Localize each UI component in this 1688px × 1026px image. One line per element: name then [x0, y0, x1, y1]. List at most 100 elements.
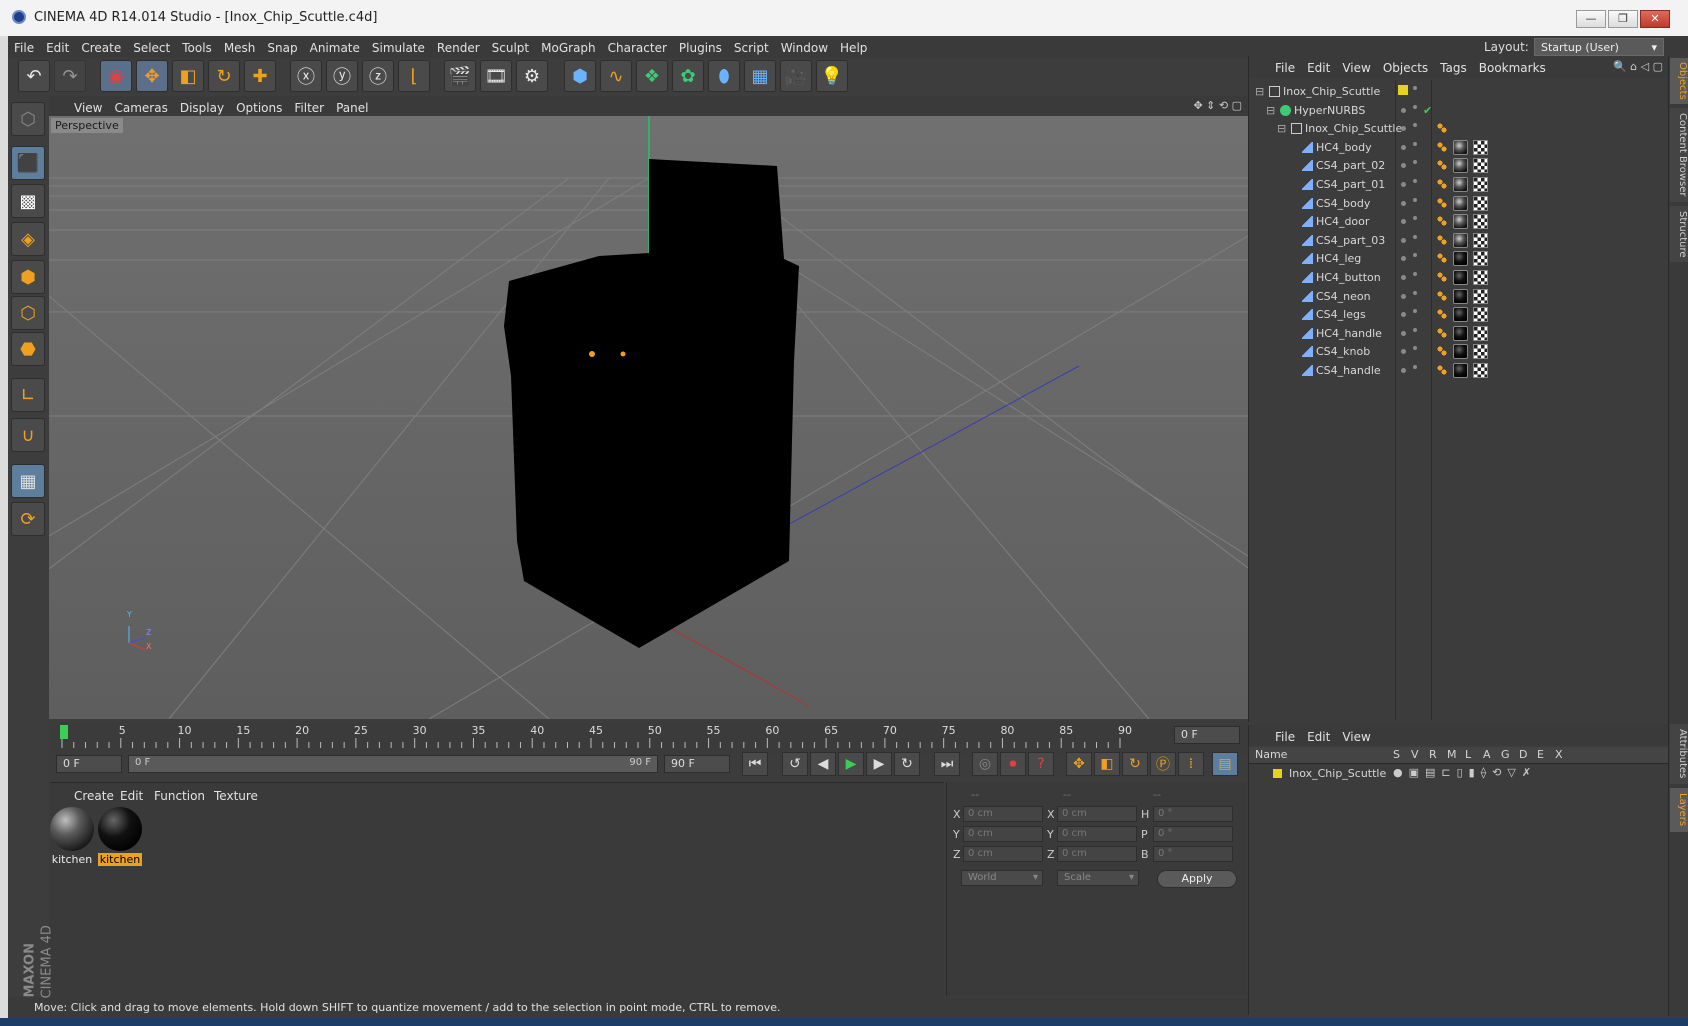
- autokey-icon[interactable]: ⏺: [1000, 752, 1026, 776]
- uvw-tag-icon[interactable]: [1473, 251, 1488, 267]
- phong-tag-icon[interactable]: [1437, 216, 1447, 227]
- undo-icon[interactable]: ↶: [18, 60, 50, 92]
- material-tag-icon[interactable]: [1453, 270, 1468, 285]
- uvw-tag-icon[interactable]: [1473, 325, 1488, 341]
- z-axis-lock-icon[interactable]: ⓩ: [362, 60, 394, 92]
- material-menu-create[interactable]: Create: [74, 789, 114, 803]
- tab-attributes[interactable]: Attributes: [1670, 724, 1688, 784]
- y-axis-lock-icon[interactable]: ⓨ: [326, 60, 358, 92]
- expand-collapse-icon[interactable]: ⊟: [1277, 122, 1286, 135]
- current-frame-field[interactable]: 0 F: [1174, 726, 1240, 744]
- menu-file[interactable]: File: [8, 36, 40, 60]
- object-row[interactable]: ⊟ HyperNURBS ✔: [1249, 101, 1669, 121]
- material-tag-icon[interactable]: [1453, 325, 1468, 341]
- obj-menu-view[interactable]: View: [1336, 56, 1376, 80]
- render-settings-icon[interactable]: ⚙: [516, 60, 548, 92]
- object-name[interactable]: CS4_body: [1316, 197, 1370, 210]
- tab-structure[interactable]: Structure: [1670, 206, 1688, 262]
- uvw-tag-icon[interactable]: [1473, 232, 1488, 248]
- uvw-tag-icon[interactable]: [1473, 344, 1488, 360]
- expand-collapse-icon[interactable]: ⊟: [1255, 85, 1264, 98]
- rot-b-field[interactable]: 0 °: [1153, 846, 1233, 862]
- tab-objects[interactable]: Objects: [1670, 58, 1688, 104]
- editor-visibility-dot[interactable]: [1401, 330, 1406, 336]
- uvw-tag-icon[interactable]: [1473, 270, 1488, 285]
- render-visibility-dot[interactable]: [1413, 141, 1417, 146]
- editor-visibility-dot[interactable]: [1401, 163, 1406, 169]
- material-label-kitchen-1[interactable]: kitchen: [50, 853, 94, 866]
- phong-tag-icon[interactable]: [1437, 197, 1447, 208]
- material-tag-icon[interactable]: [1453, 195, 1468, 211]
- object-row[interactable]: CS4_knob: [1249, 342, 1669, 362]
- nurbs-icon[interactable]: ❖: [636, 60, 668, 92]
- rot-p-field[interactable]: 0 °: [1153, 826, 1233, 842]
- size-y-field[interactable]: 0 cm: [1057, 826, 1137, 842]
- editor-visibility-dot[interactable]: [1401, 312, 1406, 318]
- render-visibility-dot[interactable]: [1413, 234, 1417, 239]
- render-visibility-dot[interactable]: [1413, 216, 1417, 221]
- deformer-icon[interactable]: ⬮: [708, 60, 740, 92]
- phong-tag-icon[interactable]: [1437, 253, 1447, 264]
- previous-frame-icon[interactable]: ◀: [810, 752, 836, 776]
- edges-mode-icon[interactable]: ⬡: [11, 296, 45, 330]
- object-row[interactable]: ⊟ Inox_Chip_Scuttle: [1249, 82, 1669, 102]
- render-visibility-dot[interactable]: [1413, 86, 1417, 90]
- coord-mode-dropdown[interactable]: World ▾: [961, 870, 1043, 886]
- menu-character[interactable]: Character: [602, 36, 673, 60]
- menu-render[interactable]: Render: [431, 36, 486, 60]
- array-icon[interactable]: ✿: [672, 60, 704, 92]
- key-rotation-icon[interactable]: ↻: [1122, 752, 1148, 776]
- workplane-lock-icon[interactable]: ▦: [11, 464, 45, 498]
- tab-content-browser[interactable]: Content Browser: [1670, 108, 1688, 202]
- material-menu-texture[interactable]: Texture: [214, 789, 258, 803]
- object-name[interactable]: HC4_button: [1316, 271, 1381, 284]
- object-row[interactable]: CS4_neon: [1249, 287, 1669, 307]
- object-name[interactable]: HC4_handle: [1316, 327, 1382, 340]
- render-visibility-dot[interactable]: [1413, 290, 1417, 295]
- object-name[interactable]: CS4_part_01: [1316, 178, 1385, 191]
- object-row[interactable]: CS4_part_02: [1249, 156, 1669, 176]
- editor-visibility-dot[interactable]: [1401, 200, 1406, 206]
- keyframe-selection-icon[interactable]: ?: [1028, 752, 1054, 776]
- axis-mode-icon[interactable]: ∟: [11, 378, 45, 412]
- menu-simulate[interactable]: Simulate: [366, 36, 431, 60]
- object-name[interactable]: HC4_body: [1316, 141, 1372, 154]
- obj-menu-edit[interactable]: Edit: [1301, 56, 1336, 80]
- previous-key-icon[interactable]: ↺: [782, 752, 808, 776]
- cube-primitive-icon[interactable]: ⬢: [564, 60, 596, 92]
- editor-visibility-dot[interactable]: [1401, 256, 1406, 262]
- add-object-icon[interactable]: ✚: [244, 60, 276, 92]
- layer-color-swatch[interactable]: [1273, 769, 1282, 778]
- camera-icon[interactable]: 🎥: [780, 60, 812, 92]
- phong-tag-icon[interactable]: [1437, 365, 1447, 375]
- expand-collapse-icon[interactable]: ⊟: [1266, 104, 1275, 117]
- close-button[interactable]: ✕: [1640, 10, 1670, 28]
- object-name[interactable]: CS4_handle: [1316, 364, 1381, 377]
- next-key-icon[interactable]: ↻: [894, 752, 920, 776]
- editor-visibility-dot[interactable]: [1401, 293, 1406, 299]
- redo-icon[interactable]: ↷: [54, 60, 86, 92]
- uvw-tag-icon[interactable]: [1473, 158, 1488, 174]
- tab-layers[interactable]: Layers: [1670, 788, 1688, 832]
- render-visibility-dot[interactable]: [1413, 253, 1417, 258]
- object-row[interactable]: HC4_button: [1249, 268, 1669, 288]
- phong-tag-icon[interactable]: [1437, 309, 1447, 320]
- enabled-check-icon[interactable]: ✔: [1423, 104, 1432, 117]
- menu-tools[interactable]: Tools: [176, 36, 218, 60]
- restore-button[interactable]: ❐: [1608, 10, 1638, 28]
- render-visibility-dot[interactable]: [1413, 365, 1417, 369]
- layer-toggle-icons[interactable]: ●▣▤⊏▯▮⟠⟲▽✗: [1393, 766, 1537, 779]
- snap-magnet-icon[interactable]: ∪: [11, 418, 45, 452]
- editor-visibility-dot[interactable]: [1401, 275, 1406, 280]
- menu-help[interactable]: Help: [834, 36, 873, 60]
- object-name[interactable]: CS4_neon: [1316, 290, 1371, 303]
- material-tag-icon[interactable]: [1453, 232, 1468, 248]
- menu-animate[interactable]: Animate: [304, 36, 366, 60]
- uvw-tag-icon[interactable]: [1473, 214, 1488, 230]
- material-swatch-kitchen-2[interactable]: [98, 807, 142, 851]
- material-tag-icon[interactable]: [1453, 251, 1468, 267]
- layer-menu-view[interactable]: View: [1336, 725, 1376, 749]
- menu-mesh[interactable]: Mesh: [218, 36, 262, 60]
- make-editable-icon[interactable]: ⬡: [11, 102, 45, 136]
- layer-name[interactable]: Inox_Chip_Scuttle: [1289, 767, 1386, 780]
